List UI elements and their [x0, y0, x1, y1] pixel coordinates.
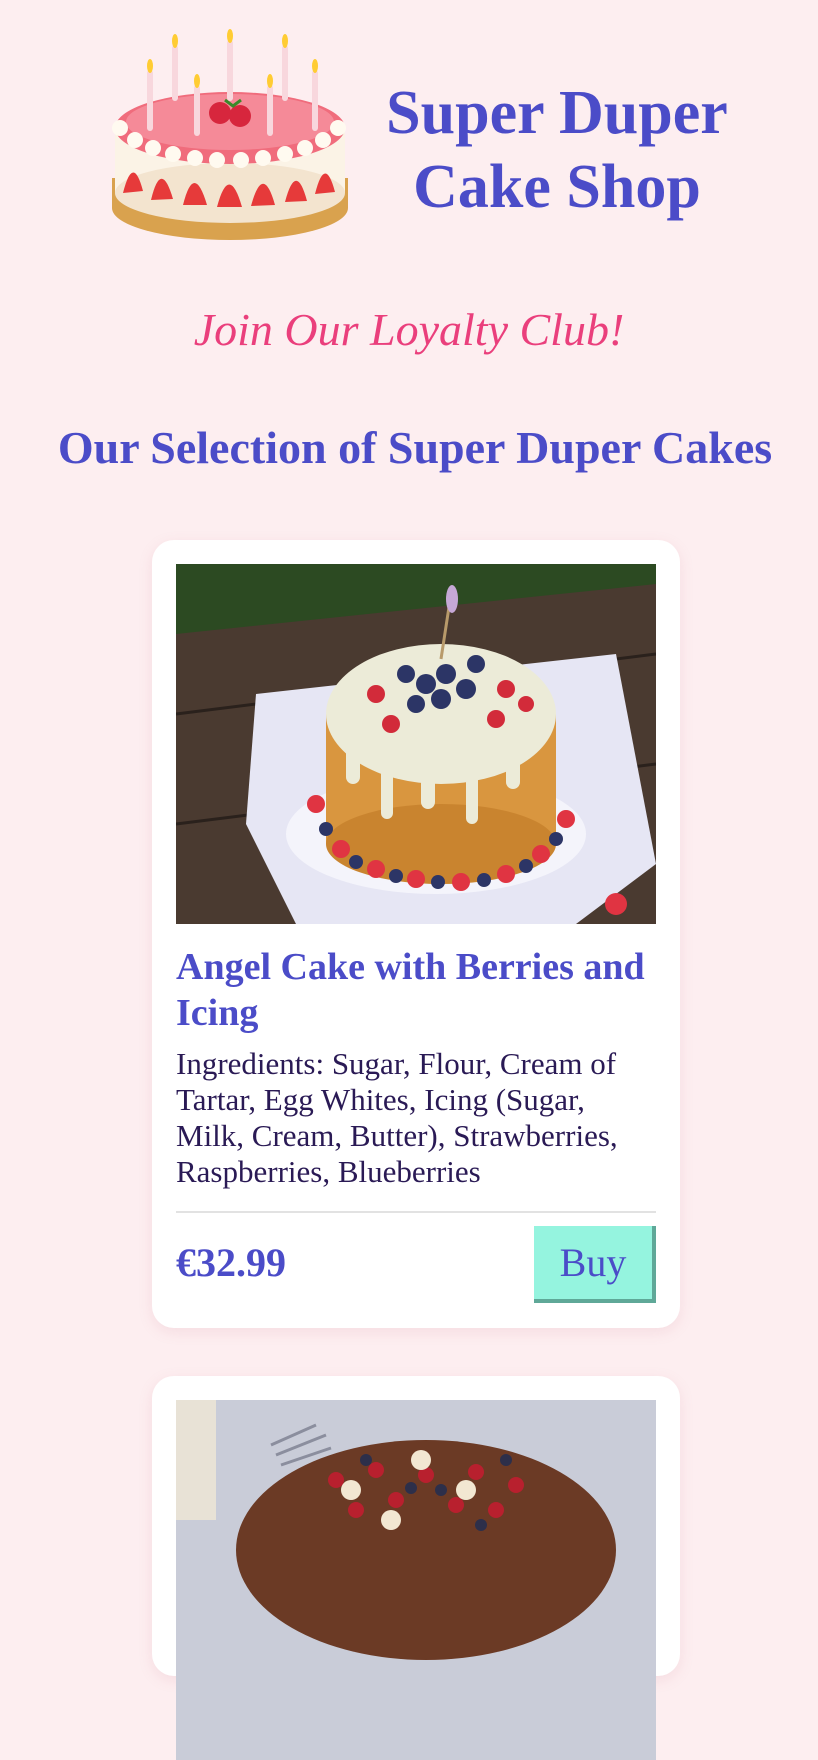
shop-title: Super Duper Cake Shop	[386, 79, 728, 221]
buy-button[interactable]: Buy	[534, 1226, 656, 1303]
loyalty-club-link[interactable]: Join Our Loyalty Club!	[0, 302, 818, 358]
product-price: €32.99	[176, 1240, 286, 1285]
chocolate-berry-cake-photo	[176, 1400, 656, 1760]
card-divider	[176, 1211, 656, 1213]
product-ingredients: Ingredients: Sugar, Flour, Cream of Tart…	[176, 1046, 618, 1189]
product-card	[152, 1376, 680, 1760]
site-header: Super Duper Cake Shop	[0, 0, 818, 270]
product-card: Angel Cake with Berries and Icing Ingred…	[152, 540, 680, 1328]
product-name: Angel Cake with Berries and Icing	[176, 946, 645, 1034]
section-title: Our Selection of Super Duper Cakes	[57, 422, 773, 473]
birthday-cake-icon[interactable]	[105, 28, 355, 248]
angel-cake-photo	[176, 564, 656, 924]
